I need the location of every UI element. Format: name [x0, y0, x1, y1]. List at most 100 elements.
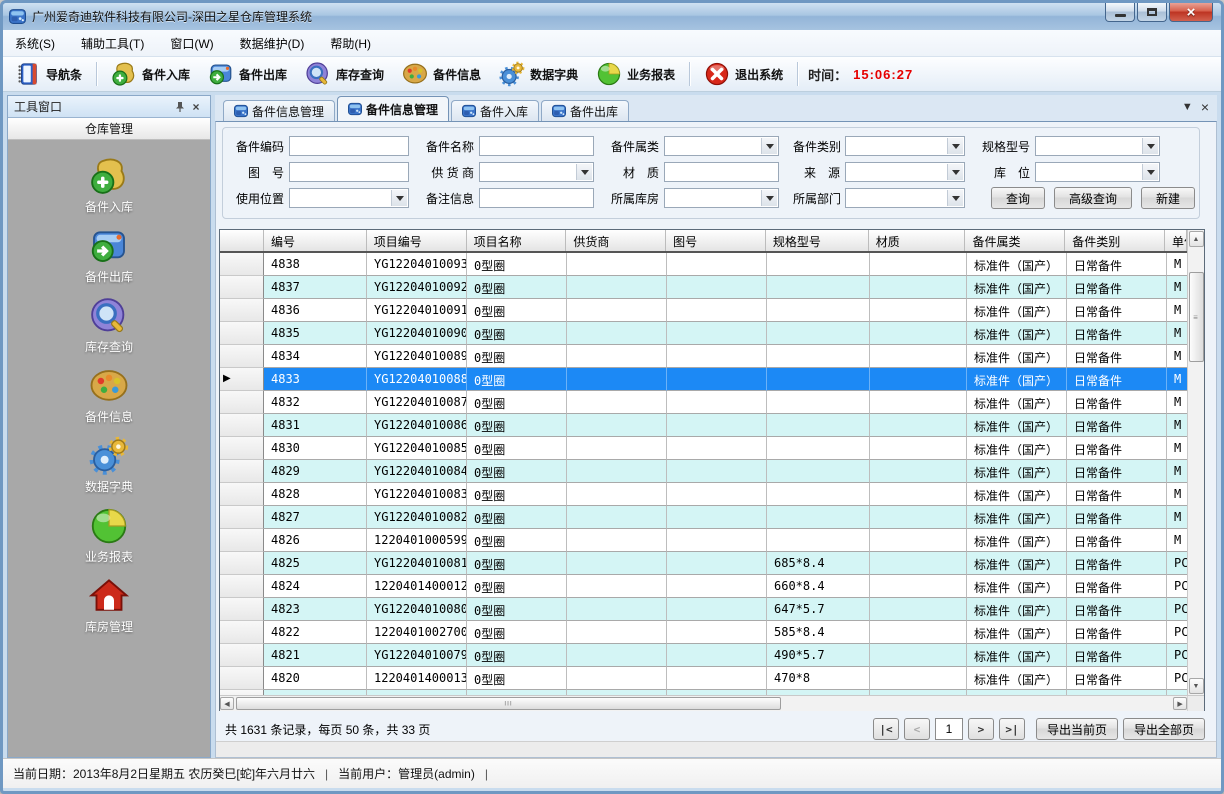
sidebar-item-home[interactable]: 库房管理 — [85, 576, 133, 646]
part-name-field[interactable] — [479, 136, 594, 156]
page-number-input[interactable] — [935, 718, 963, 740]
table-row[interactable]: 4832YG122040100870型圈标准件（国产）日常备件M — [220, 391, 1187, 414]
tab-3[interactable]: 备件出库 — [541, 100, 629, 121]
row-selector[interactable] — [220, 414, 264, 437]
toolbar-button-dict[interactable]: 数据字典 — [495, 59, 582, 89]
part-code-field[interactable] — [289, 136, 409, 156]
row-selector[interactable] — [220, 276, 264, 299]
grid-column-header[interactable]: 单位 — [1165, 230, 1187, 251]
export-all-pages-button[interactable]: 导出全部页 — [1123, 718, 1205, 740]
grid-column-header[interactable]: 备件属类 — [965, 230, 1065, 251]
table-row[interactable]: 482612204010005990型圈标准件（国产）日常备件M — [220, 529, 1187, 552]
maximize-button[interactable] — [1137, 3, 1167, 22]
grid-column-header[interactable]: 供货商 — [566, 230, 666, 251]
table-row[interactable]: 482412204014000120型圈660*8.4标准件（国产）日常备件PC — [220, 575, 1187, 598]
material-field[interactable] — [664, 162, 779, 182]
row-selector[interactable] — [220, 621, 264, 644]
toolbar-button-report[interactable]: 业务报表 — [592, 59, 679, 89]
part-type-select[interactable] — [845, 136, 965, 156]
horizontal-scroll-thumb[interactable] — [236, 697, 781, 710]
horizontal-scrollbar[interactable]: ◀ ▶ — [220, 696, 1187, 711]
row-selector[interactable] — [220, 253, 264, 276]
grid-column-header[interactable]: 备件类别 — [1065, 230, 1165, 251]
toolbar-button-query[interactable]: 库存查询 — [301, 59, 388, 89]
row-selector[interactable] — [220, 437, 264, 460]
row-selector[interactable] — [220, 460, 264, 483]
row-selector[interactable] — [220, 667, 264, 690]
row-selector[interactable] — [220, 391, 264, 414]
table-row[interactable]: 4834YG122040100890型圈标准件（国产）日常备件M — [220, 345, 1187, 368]
row-selector[interactable] — [220, 575, 264, 598]
toolbar-button-exit[interactable]: 退出系统 — [700, 59, 787, 89]
row-selector[interactable] — [220, 322, 264, 345]
scroll-up-icon[interactable]: ▲ — [1189, 231, 1204, 247]
row-selector[interactable] — [220, 552, 264, 575]
part-class-select[interactable] — [664, 136, 779, 156]
vertical-scroll-thumb[interactable] — [1189, 272, 1204, 362]
table-row[interactable]: 4837YG122040100920型圈标准件（国产）日常备件M — [220, 276, 1187, 299]
toolbar-button-stock-out[interactable]: 备件出库 — [204, 59, 291, 89]
minimize-button[interactable] — [1105, 3, 1135, 22]
scroll-right-icon[interactable]: ▶ — [1173, 697, 1187, 710]
row-selector[interactable] — [220, 598, 264, 621]
scroll-down-icon[interactable]: ▼ — [1189, 678, 1204, 694]
grid-column-header[interactable]: 材质 — [869, 230, 966, 251]
spec-model-select[interactable] — [1035, 136, 1160, 156]
tab-close-icon[interactable]: × — [1201, 100, 1209, 114]
row-selector[interactable] — [220, 299, 264, 322]
grid-column-header[interactable]: 项目编号 — [367, 230, 467, 251]
drawing-no-field[interactable] — [289, 162, 409, 182]
last-page-button[interactable]: >| — [999, 718, 1025, 740]
sidebar-item-info[interactable]: 备件信息 — [85, 366, 133, 436]
table-row[interactable]: 4827YG122040100820型圈标准件（国产）日常备件M — [220, 506, 1187, 529]
close-button[interactable]: × — [1169, 3, 1213, 22]
menu-item-4[interactable]: 帮助(H) — [330, 35, 371, 52]
row-selector[interactable] — [220, 483, 264, 506]
first-page-button[interactable]: |< — [873, 718, 899, 740]
export-current-page-button[interactable]: 导出当前页 — [1036, 718, 1118, 740]
toolbar-button-info[interactable]: 备件信息 — [398, 59, 485, 89]
tab-1[interactable]: 备件信息管理 — [337, 96, 449, 121]
table-row[interactable]: 4825YG122040100810型圈685*8.4标准件（国产）日常备件PC — [220, 552, 1187, 575]
grid-column-header[interactable]: 项目名称 — [467, 230, 567, 251]
row-selector[interactable] — [220, 506, 264, 529]
toolbar-button-nav-book[interactable]: 导航条 — [11, 59, 86, 89]
row-selector[interactable] — [220, 345, 264, 368]
title-bar[interactable]: 广州爱奇迪软件科技有限公司-深田之星仓库管理系统 × — [3, 3, 1221, 30]
menu-item-2[interactable]: 窗口(W) — [170, 35, 213, 52]
sidebar-item-stock-in[interactable]: 备件入库 — [85, 156, 133, 226]
use-position-select[interactable] — [289, 188, 409, 208]
source-select[interactable] — [845, 162, 965, 182]
new-button[interactable]: 新建 — [1141, 187, 1195, 209]
pin-icon[interactable] — [174, 101, 186, 113]
toolbar-button-stock-in[interactable]: 备件入库 — [107, 59, 194, 89]
row-selector[interactable] — [220, 529, 264, 552]
remark-field[interactable] — [479, 188, 594, 208]
sidebar-item-query[interactable]: 库存查询 — [85, 296, 133, 366]
menu-item-3[interactable]: 数据维护(D) — [240, 35, 305, 52]
department-select[interactable] — [845, 188, 965, 208]
location-select[interactable] — [1035, 162, 1160, 182]
supplier-select[interactable] — [479, 162, 594, 182]
sidebar-close-icon[interactable]: × — [188, 99, 204, 115]
table-row[interactable]: 4823YG122040100800型圈647*5.7标准件（国产）日常备件PC — [220, 598, 1187, 621]
table-row[interactable]: 482212204010027000型圈585*8.4标准件（国产）日常备件PC — [220, 621, 1187, 644]
table-row[interactable]: 4838YG122040100930型圈标准件（国产）日常备件M — [220, 253, 1187, 276]
menu-item-1[interactable]: 辅助工具(T) — [81, 35, 144, 52]
advanced-query-button[interactable]: 高级查询 — [1054, 187, 1132, 209]
tab-2[interactable]: 备件入库 — [451, 100, 539, 121]
next-page-button[interactable]: > — [968, 718, 994, 740]
table-row[interactable]: 4836YG122040100910型圈标准件（国产）日常备件M — [220, 299, 1187, 322]
row-selector[interactable] — [220, 644, 264, 667]
table-row[interactable]: 4830YG122040100850型圈标准件（国产）日常备件M — [220, 437, 1187, 460]
sidebar-item-dict[interactable]: 数据字典 — [85, 436, 133, 506]
tab-list-chevron-down-icon[interactable]: ▼ — [1182, 102, 1193, 113]
vertical-scrollbar[interactable]: ▲ ▼ — [1187, 230, 1204, 695]
grid-column-header[interactable]: 编号 — [264, 230, 367, 251]
prev-page-button[interactable]: < — [904, 718, 930, 740]
grid-column-header[interactable]: 规格型号 — [766, 230, 869, 251]
warehouse-select[interactable] — [664, 188, 779, 208]
grid-column-header[interactable]: 图号 — [666, 230, 766, 251]
table-row[interactable]: 4828YG122040100830型圈标准件（国产）日常备件M — [220, 483, 1187, 506]
menu-item-0[interactable]: 系统(S) — [15, 35, 55, 52]
